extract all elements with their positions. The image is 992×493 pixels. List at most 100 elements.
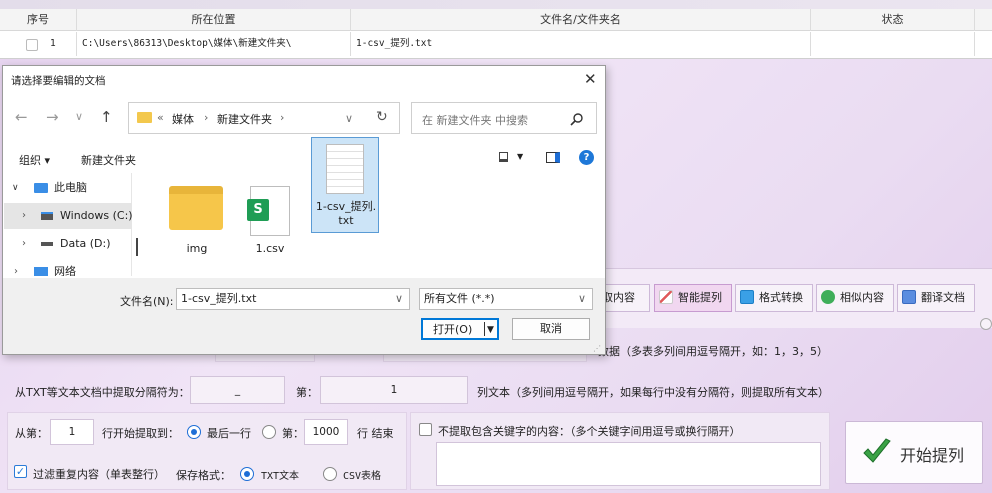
view-dropdown-icon[interactable]: ▼ [517, 152, 523, 161]
sidebar-label: Windows (C:) [60, 209, 133, 222]
last-row-label: 最后一行 [207, 427, 251, 440]
sidebar-item-this-pc[interactable]: ∨ 此电脑 [4, 175, 132, 201]
nth-col-label: 第： [296, 386, 318, 399]
nth-row-radio[interactable] [262, 425, 276, 439]
tool-smart-column[interactable]: 智能提列 [654, 284, 732, 312]
search-input[interactable]: 在 新建文件夹 中搜索 [422, 112, 528, 128]
file-item-img[interactable]: img [163, 178, 231, 274]
file-open-dialog: 请选择要编辑的文档 ✕ ← → ∨ ↑ « 媒体 › 新建文件夹 › ∨ ↻ 在… [2, 65, 606, 355]
tool-label: 智能提列 [678, 291, 722, 304]
filename-input[interactable]: 1-csv_提列.txt ∨ [176, 288, 410, 310]
breadcrumb-item[interactable]: 新建文件夹 [217, 111, 272, 127]
save-format-label: 保存格式： [176, 469, 231, 482]
dialog-footer: 文件名(N): 1-csv_提列.txt ∨ 所有文件 (*.*) ∨ 打开(O… [3, 278, 605, 354]
cancel-button[interactable]: 取消 [512, 318, 590, 340]
file-item-csv[interactable]: S 1.csv [236, 178, 304, 274]
new-folder-button[interactable]: 新建文件夹 [81, 152, 136, 168]
tool-label: 翻译文档 [921, 291, 965, 304]
file-name: 1-csv_提列. txt [315, 200, 377, 227]
csv-format-radio[interactable] [323, 467, 337, 481]
dialog-titlebar: 请选择要编辑的文档 ✕ [3, 66, 605, 92]
filetype-value: 所有文件 (*.*) [424, 292, 495, 305]
tool-format-convert[interactable]: 格式转换 [735, 284, 813, 312]
last-row-radio[interactable] [187, 425, 201, 439]
chevron-down-icon[interactable]: ∨ [395, 289, 403, 309]
nth-row-label: 第： [282, 427, 304, 440]
file-name: img [186, 242, 208, 255]
col-header-index[interactable]: 序号 [0, 9, 77, 31]
col-text-hint: 列文本（多列间用逗号隔开，如果每行中没有分隔符，则提取所有文本） [477, 386, 829, 399]
top-strip [0, 0, 992, 9]
nth-row-input[interactable]: 1000 [304, 419, 348, 445]
sidebar-item-windows-c[interactable]: › Windows (C:) [4, 203, 133, 229]
file-grid: img S 1.csv 1-csv_提列. txt [143, 137, 603, 276]
network-icon [34, 267, 48, 276]
address-bar[interactable]: « 媒体 › 新建文件夹 › ∨ ↻ [128, 102, 400, 134]
start-button[interactable]: 开始提列 [845, 421, 983, 484]
breadcrumb-sep: › [280, 111, 285, 124]
forward-icon[interactable]: → [46, 108, 59, 126]
row-filename: 1-csv_提列.txt [351, 32, 811, 56]
sidebar-label: 此电脑 [54, 181, 87, 194]
up-icon[interactable]: ↑ [100, 108, 113, 126]
exclude-keywords-input[interactable] [436, 442, 821, 486]
refresh-icon[interactable]: ↻ [376, 109, 388, 125]
from-row-input[interactable]: 1 [50, 419, 94, 445]
collapsed-icon[interactable]: › [22, 203, 26, 229]
open-button[interactable]: 打开(O) ▼ [421, 318, 499, 340]
open-dropdown-icon[interactable]: ▼ [487, 320, 494, 340]
chevron-down-icon[interactable]: ∨ [345, 112, 353, 125]
expand-icon[interactable]: ∨ [12, 175, 19, 201]
similar-icon [821, 290, 835, 304]
collapse-icon[interactable] [980, 318, 992, 330]
sidebar-label: 网络 [54, 265, 76, 276]
separator-input[interactable]: _ [190, 376, 285, 404]
close-icon[interactable]: ✕ [584, 70, 597, 88]
translate-icon [902, 290, 916, 304]
row-start-label: 行开始提取到： [102, 427, 179, 440]
breadcrumb-item[interactable]: 媒体 [172, 111, 194, 127]
tool-label: 格式转换 [759, 291, 803, 304]
col-header-status[interactable]: 状态 [811, 9, 975, 31]
sidebar-scrollbar[interactable] [136, 238, 138, 256]
collapsed-icon[interactable]: › [14, 259, 18, 276]
convert-icon [740, 290, 754, 304]
file-name: 1.csv [255, 242, 285, 255]
col-header-filename[interactable]: 文件名/文件夹名 [351, 9, 811, 31]
file-table: 序号 所在位置 文件名/文件夹名 状态 1 C:\Users\86313\Des… [0, 9, 992, 59]
tool-similar-content[interactable]: 相似内容 [816, 284, 894, 312]
exclude-label: 不提取包含关键字的内容：（多个关键字间用逗号或换行隔开） [438, 425, 741, 438]
col-header-location[interactable]: 所在位置 [77, 9, 351, 31]
open-label: 打开(O) [433, 323, 473, 336]
view-icon[interactable] [499, 152, 508, 162]
dedupe-checkbox[interactable]: ✓ [14, 465, 27, 478]
computer-icon [34, 183, 48, 193]
txt-format-radio[interactable] [240, 467, 254, 481]
sidebar-label: Data (D:) [60, 237, 111, 250]
preview-pane-icon[interactable] [546, 152, 560, 163]
tool-label: 相似内容 [840, 291, 884, 304]
start-button-label: 开始提列 [900, 446, 965, 465]
exclude-checkbox[interactable] [419, 423, 432, 436]
checkmark-icon [863, 438, 891, 463]
history-chevron-icon[interactable]: ∨ [75, 110, 83, 123]
text-file-icon [326, 144, 364, 194]
collapsed-icon[interactable]: › [22, 231, 26, 257]
dialog-title: 请选择要编辑的文档 [11, 75, 106, 87]
back-icon[interactable]: ← [15, 108, 28, 126]
resize-grip-icon[interactable]: ⋰ [593, 344, 601, 353]
help-icon[interactable]: ? [579, 150, 594, 165]
drive-icon [41, 212, 53, 220]
organize-button[interactable]: 组织 ▾ [19, 152, 50, 168]
dedupe-label: 过滤重复内容（单表整行） [33, 468, 165, 481]
search-box[interactable]: 在 新建文件夹 中搜索 [411, 102, 597, 134]
sidebar-item-data-d[interactable]: › Data (D:) [4, 231, 132, 257]
file-item-txt[interactable]: 1-csv_提列. txt [311, 137, 379, 233]
filetype-select[interactable]: 所有文件 (*.*) ∨ [419, 288, 593, 310]
csv-format-label: CSV表格 [343, 471, 382, 482]
sidebar-item-network[interactable]: › 网络 [4, 259, 132, 276]
chevron-down-icon[interactable]: ∨ [578, 289, 586, 309]
breadcrumb-overflow[interactable]: « [157, 111, 164, 124]
tool-translate[interactable]: 翻译文档 [897, 284, 975, 312]
nth-col-input[interactable]: 1 [320, 376, 468, 404]
